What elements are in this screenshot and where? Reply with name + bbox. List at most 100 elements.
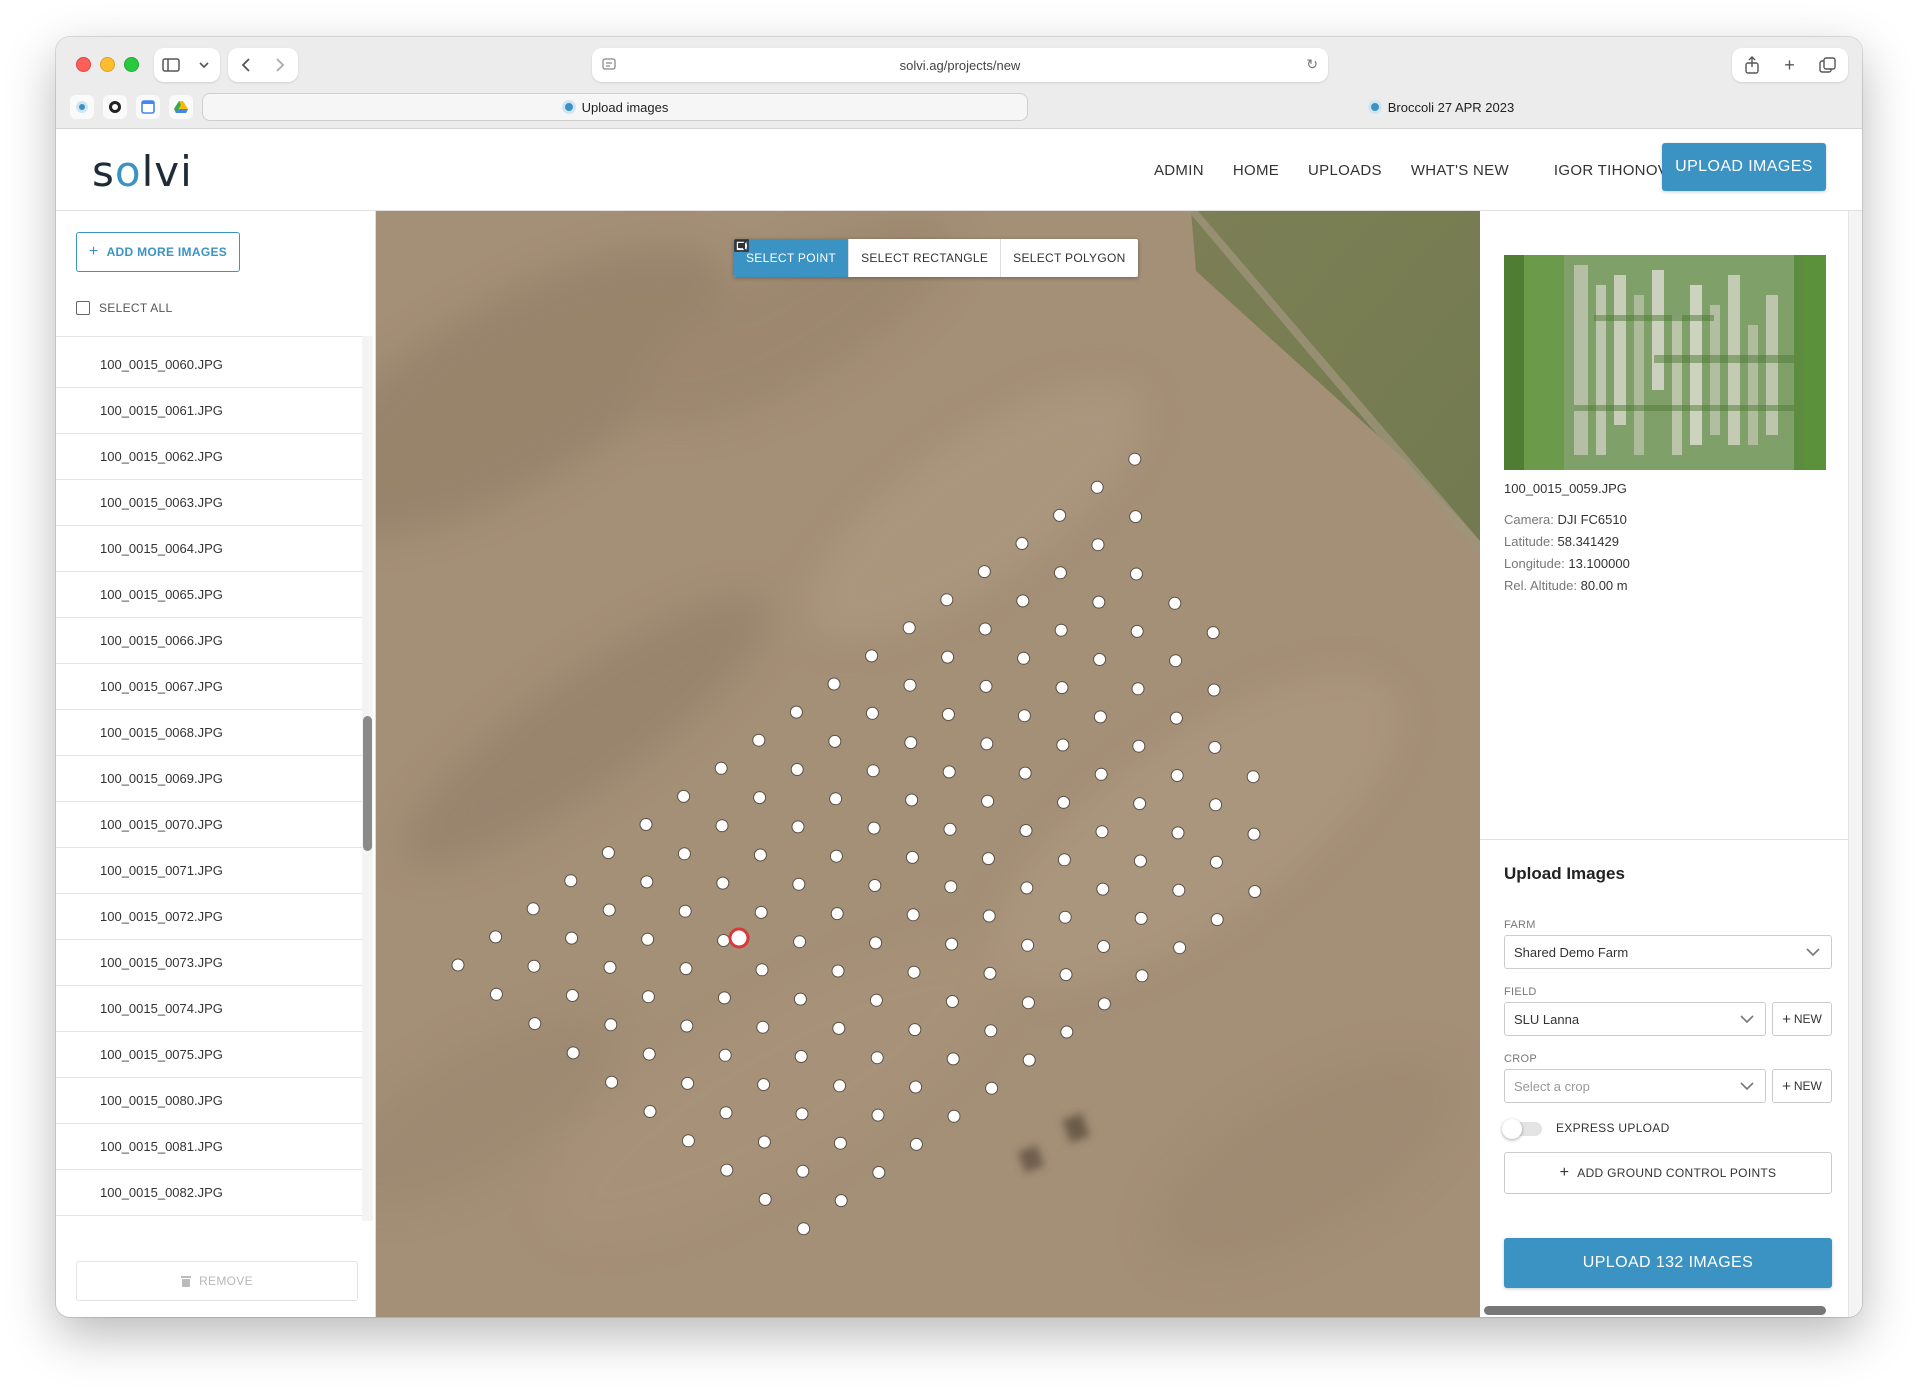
image-point[interactable]: [718, 1048, 732, 1062]
image-point[interactable]: [906, 908, 920, 922]
tab-upload-images[interactable]: Upload images: [202, 93, 1028, 121]
file-list-item[interactable]: 100_0015_0081.JPG: [56, 1124, 363, 1170]
image-point[interactable]: [489, 930, 503, 944]
image-point[interactable]: [717, 991, 731, 1005]
image-point[interactable]: [1131, 682, 1145, 696]
image-point[interactable]: [715, 819, 729, 833]
tab-overview-icon[interactable]: [1819, 56, 1836, 74]
image-point[interactable]: [1055, 681, 1069, 695]
file-list-item[interactable]: 100_0015_0067.JPG: [56, 664, 363, 710]
image-point[interactable]: [1209, 855, 1223, 869]
image-point[interactable]: [985, 1081, 999, 1095]
image-point[interactable]: [828, 734, 842, 748]
image-point[interactable]: [869, 993, 883, 1007]
back-button[interactable]: [228, 48, 263, 82]
image-point[interactable]: [1247, 827, 1261, 841]
image-point[interactable]: [1133, 797, 1147, 811]
image-point[interactable]: [981, 852, 995, 866]
image-point[interactable]: [1094, 767, 1108, 781]
file-list-item[interactable]: 100_0015_0072.JPG: [56, 894, 363, 940]
nav-home[interactable]: HOME: [1233, 162, 1279, 179]
image-point[interactable]: [904, 736, 918, 750]
image-point[interactable]: [1019, 824, 1033, 837]
tab-broccoli[interactable]: Broccoli 27 APR 2023: [1036, 93, 1846, 121]
file-list-item[interactable]: 100_0015_0073.JPG: [56, 940, 363, 986]
image-point[interactable]: [604, 1018, 618, 1032]
image-point[interactable]: [1020, 881, 1034, 895]
image-point[interactable]: [831, 964, 845, 978]
image-point[interactable]: [984, 1024, 998, 1038]
image-point[interactable]: [678, 904, 692, 918]
image-point[interactable]: [789, 705, 803, 719]
field-select[interactable]: SLU Lanna: [1504, 1002, 1766, 1036]
image-point[interactable]: [977, 565, 991, 579]
image-point[interactable]: [1169, 711, 1183, 725]
pinned-tab-github-icon[interactable]: [103, 95, 127, 119]
image-point[interactable]: [796, 1164, 810, 1178]
image-point[interactable]: [1057, 795, 1071, 809]
image-point[interactable]: [489, 987, 503, 1001]
image-point[interactable]: [681, 1076, 695, 1090]
image-point[interactable]: [907, 965, 921, 979]
file-list-item[interactable]: 100_0015_0069.JPG: [56, 756, 363, 802]
minimize-window-button[interactable]: [100, 57, 115, 72]
image-point[interactable]: [601, 846, 615, 860]
image-point[interactable]: [1170, 769, 1184, 782]
address-bar[interactable]: solvi.ag/projects/new ↻: [592, 48, 1328, 82]
image-point[interactable]: [868, 879, 882, 892]
add-more-images-button[interactable]: + ADD MORE IMAGES: [76, 232, 240, 272]
image-point[interactable]: [871, 1108, 885, 1122]
express-upload-toggle[interactable]: [1502, 1119, 1542, 1139]
image-point[interactable]: [1018, 766, 1032, 780]
image-point[interactable]: [1021, 996, 1035, 1010]
file-list-item[interactable]: 100_0015_0065.JPG: [56, 572, 363, 618]
image-point[interactable]: [1059, 968, 1073, 982]
image-point[interactable]: [1129, 567, 1143, 581]
image-point[interactable]: [943, 822, 957, 836]
image-point[interactable]: [1130, 624, 1144, 638]
file-list-item[interactable]: 100_0015_0075.JPG: [56, 1032, 363, 1078]
image-point[interactable]: [716, 876, 730, 890]
file-list-item[interactable]: 100_0015_0060.JPG: [56, 342, 363, 388]
nav-admin[interactable]: ADMIN: [1154, 162, 1204, 179]
nav-uploads[interactable]: UPLOADS: [1308, 162, 1382, 179]
image-point[interactable]: [1093, 653, 1107, 666]
image-point[interactable]: [1017, 651, 1031, 665]
image-point[interactable]: [1128, 452, 1142, 466]
image-point[interactable]: [1208, 740, 1222, 754]
image-point[interactable]: [755, 963, 769, 977]
image-point[interactable]: [1090, 480, 1104, 494]
image-point[interactable]: [679, 962, 693, 976]
image-point[interactable]: [1210, 913, 1224, 927]
image-point[interactable]: [1206, 626, 1220, 640]
image-point[interactable]: [866, 764, 880, 778]
image-point[interactable]: [797, 1222, 811, 1236]
image-point[interactable]: [642, 1047, 656, 1061]
select-polygon-tool[interactable]: SELECT POLYGON: [735, 239, 1137, 277]
image-point[interactable]: [1053, 508, 1067, 522]
selected-image-point[interactable]: [728, 927, 750, 949]
image-point[interactable]: [641, 932, 655, 946]
image-point[interactable]: [1207, 683, 1221, 697]
image-point[interactable]: [903, 678, 917, 692]
file-list-item[interactable]: 100_0015_0080.JPG: [56, 1078, 363, 1124]
image-point[interactable]: [909, 1137, 923, 1151]
image-point[interactable]: [1135, 969, 1149, 983]
image-point[interactable]: [1053, 566, 1067, 580]
image-point[interactable]: [940, 593, 954, 607]
file-list[interactable]: 100_0015_0060.JPG 100_0015_0061.JPG 100_00…: [56, 336, 363, 1221]
image-point[interactable]: [870, 1051, 884, 1065]
file-list-item[interactable]: 100_0015_0068.JPG: [56, 710, 363, 756]
image-point[interactable]: [1248, 885, 1262, 898]
image-point[interactable]: [978, 622, 992, 636]
image-point[interactable]: [908, 1023, 922, 1037]
nav-whats-new[interactable]: WHAT'S NEW: [1411, 162, 1509, 179]
image-point[interactable]: [1168, 596, 1182, 610]
image-point[interactable]: [946, 1052, 960, 1066]
image-point[interactable]: [1132, 739, 1146, 753]
image-point[interactable]: [603, 960, 617, 974]
upload-submit-button[interactable]: UPLOAD 132 IMAGES: [1504, 1238, 1832, 1288]
image-point[interactable]: [792, 877, 806, 891]
file-list-item[interactable]: 100_0015_0074.JPG: [56, 986, 363, 1032]
image-point[interactable]: [1134, 911, 1148, 925]
